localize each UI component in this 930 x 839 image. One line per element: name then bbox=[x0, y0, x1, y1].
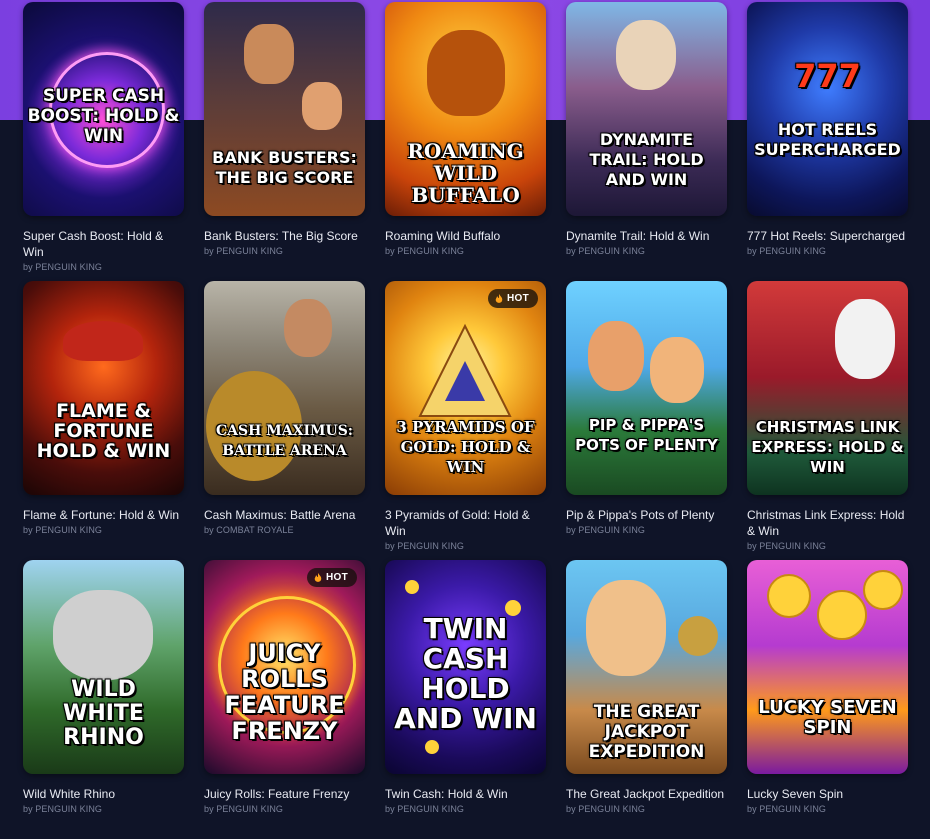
game-thumbnail[interactable]: WILD WHITE RHINO bbox=[23, 560, 184, 774]
game-card[interactable]: THE GREAT JACKPOT EXPEDITION The Great J… bbox=[566, 560, 727, 839]
game-thumbnail[interactable]: ROAMING WILD BUFFALO bbox=[385, 2, 546, 216]
game-name[interactable]: Super Cash Boost: Hold & Win bbox=[23, 228, 184, 260]
game-card[interactable]: LUCKY SEVEN SPIN Lucky Seven Spin by PEN… bbox=[747, 560, 908, 839]
game-card[interactable]: FLAME & FORTUNE HOLD & WIN Flame & Fortu… bbox=[23, 281, 184, 560]
game-card[interactable]: SUPER CASH BOOST: HOLD & WIN Super Cash … bbox=[23, 2, 184, 281]
game-art-title: SUPER CASH BOOST: HOLD & WIN bbox=[27, 86, 180, 146]
game-card[interactable]: TWIN CASH HOLD AND WIN Twin Cash: Hold &… bbox=[385, 560, 546, 839]
game-provider: by PENGUIN KING bbox=[23, 525, 103, 535]
game-card[interactable]: CASH MAXIMUS: BATTLE ARENA Cash Maximus:… bbox=[204, 281, 365, 560]
game-provider: by PENGUIN KING bbox=[566, 804, 646, 814]
game-card[interactable]: 777 HOT REELS SUPERCHARGED 777 Hot Reels… bbox=[747, 2, 908, 281]
game-thumbnail[interactable]: HOT JUICY ROLLS FEATURE FRENZY bbox=[204, 560, 365, 774]
game-name[interactable]: Christmas Link Express: Hold & Win bbox=[747, 507, 908, 539]
game-name[interactable]: Juicy Rolls: Feature Frenzy bbox=[204, 786, 365, 802]
game-name[interactable]: Roaming Wild Buffalo bbox=[385, 228, 546, 244]
game-card[interactable]: DYNAMITE TRAIL: HOLD AND WIN Dynamite Tr… bbox=[566, 2, 727, 281]
game-card[interactable]: ROAMING WILD BUFFALO Roaming Wild Buffal… bbox=[385, 2, 546, 281]
game-thumbnail[interactable]: SUPER CASH BOOST: HOLD & WIN bbox=[23, 2, 184, 216]
game-provider: by PENGUIN KING bbox=[204, 804, 284, 814]
game-thumbnail[interactable]: BANK BUSTERS: THE BIG SCORE bbox=[204, 2, 365, 216]
game-name[interactable]: Flame & Fortune: Hold & Win bbox=[23, 507, 184, 523]
hot-badge-label: HOT bbox=[506, 293, 529, 304]
game-art-title: JUICY ROLLS FEATURE FRENZY bbox=[224, 639, 345, 745]
game-thumbnail[interactable]: FLAME & FORTUNE HOLD & WIN bbox=[23, 281, 184, 495]
game-name[interactable]: Wild White Rhino bbox=[23, 786, 184, 802]
game-name[interactable]: Lucky Seven Spin bbox=[747, 786, 908, 802]
game-provider: by PENGUIN KING bbox=[566, 525, 646, 535]
game-art-title: FLAME & FORTUNE HOLD & WIN bbox=[36, 400, 171, 462]
game-thumbnail[interactable]: THE GREAT JACKPOT EXPEDITION bbox=[566, 560, 727, 774]
game-card[interactable]: BANK BUSTERS: THE BIG SCORE Bank Busters… bbox=[204, 2, 365, 281]
game-card[interactable]: HOT 3 PYRAMIDS OF GOLD: HOLD & WIN 3 Pyr… bbox=[385, 281, 546, 560]
game-art-title: BANK BUSTERS: THE BIG SCORE bbox=[212, 148, 357, 187]
game-name[interactable]: Pip & Pippa's Pots of Plenty bbox=[566, 507, 727, 523]
game-art-title: HOT REELS SUPERCHARGED bbox=[754, 120, 901, 159]
pyramid-icon bbox=[418, 323, 512, 417]
game-thumbnail[interactable]: PIP & PIPPA'S Pots of Plenty bbox=[566, 281, 727, 495]
game-provider: by PENGUIN KING bbox=[747, 804, 827, 814]
game-art-title: 3 PYRAMIDS OF GOLD: HOLD & WIN bbox=[396, 418, 535, 476]
game-grid: SUPER CASH BOOST: HOLD & WIN Super Cash … bbox=[23, 2, 908, 839]
game-name[interactable]: Dynamite Trail: Hold & Win bbox=[566, 228, 727, 244]
game-provider: by PENGUIN KING bbox=[23, 804, 103, 814]
game-thumbnail[interactable]: CASH MAXIMUS: BATTLE ARENA bbox=[204, 281, 365, 495]
game-art-title: THE GREAT JACKPOT EXPEDITION bbox=[588, 702, 705, 762]
game-name[interactable]: Bank Busters: The Big Score bbox=[204, 228, 365, 244]
game-provider: by PENGUIN KING bbox=[385, 246, 465, 256]
game-provider: by PENGUIN KING bbox=[747, 541, 827, 551]
hot-badge: HOT bbox=[487, 289, 538, 308]
game-thumbnail[interactable]: LUCKY SEVEN SPIN bbox=[747, 560, 908, 774]
game-art-seven-icon: 777 bbox=[794, 57, 861, 95]
game-provider: by PENGUIN KING bbox=[747, 246, 827, 256]
game-provider: by PENGUIN KING bbox=[385, 804, 465, 814]
game-art-title: LUCKY SEVEN SPIN bbox=[758, 697, 897, 738]
game-name[interactable]: 3 Pyramids of Gold: Hold & Win bbox=[385, 507, 546, 539]
game-name[interactable]: The Great Jackpot Expedition bbox=[566, 786, 727, 802]
game-art-title: PIP & PIPPA'S Pots of Plenty bbox=[575, 416, 718, 454]
game-provider: by PENGUIN KING bbox=[23, 262, 103, 272]
game-provider: by PENGUIN KING bbox=[566, 246, 646, 256]
hot-badge-label: HOT bbox=[325, 572, 348, 583]
game-art-title: TWIN CASH HOLD AND WIN bbox=[394, 612, 537, 735]
game-art-title: WILD WHITE RHINO bbox=[63, 677, 144, 750]
hot-badge: HOT bbox=[306, 568, 357, 587]
game-card[interactable]: WILD WHITE RHINO Wild White Rhino by PEN… bbox=[23, 560, 184, 839]
game-provider: by PENGUIN KING bbox=[204, 246, 284, 256]
game-thumbnail[interactable]: HOT 3 PYRAMIDS OF GOLD: HOLD & WIN bbox=[385, 281, 546, 495]
game-name[interactable]: Twin Cash: Hold & Win bbox=[385, 786, 546, 802]
game-art-title: ROAMING WILD BUFFALO bbox=[407, 139, 524, 207]
game-name[interactable]: Cash Maximus: Battle Arena bbox=[204, 507, 365, 523]
game-name[interactable]: 777 Hot Reels: Supercharged bbox=[747, 228, 908, 244]
game-art-title: DYNAMITE TRAIL: HOLD AND WIN bbox=[589, 130, 704, 189]
game-art-title: CASH MAXIMUS: BATTLE ARENA bbox=[216, 423, 353, 459]
flame-icon bbox=[495, 293, 503, 303]
game-thumbnail[interactable]: TWIN CASH HOLD AND WIN bbox=[385, 560, 546, 774]
game-card[interactable]: HOT JUICY ROLLS FEATURE FRENZY Juicy Rol… bbox=[204, 560, 365, 839]
game-provider: by COMBAT ROYALE bbox=[204, 525, 294, 535]
game-card[interactable]: CHRISTMAS LINK EXPRESS: HOLD & WIN Chris… bbox=[747, 281, 908, 560]
game-thumbnail[interactable]: 777 HOT REELS SUPERCHARGED bbox=[747, 2, 908, 216]
game-thumbnail[interactable]: DYNAMITE TRAIL: HOLD AND WIN bbox=[566, 2, 727, 216]
game-art-title: CHRISTMAS LINK EXPRESS: HOLD & WIN bbox=[751, 418, 904, 476]
game-card[interactable]: PIP & PIPPA'S Pots of Plenty Pip & Pippa… bbox=[566, 281, 727, 560]
game-provider: by PENGUIN KING bbox=[385, 541, 465, 551]
game-thumbnail[interactable]: CHRISTMAS LINK EXPRESS: HOLD & WIN bbox=[747, 281, 908, 495]
flame-icon bbox=[314, 572, 322, 582]
